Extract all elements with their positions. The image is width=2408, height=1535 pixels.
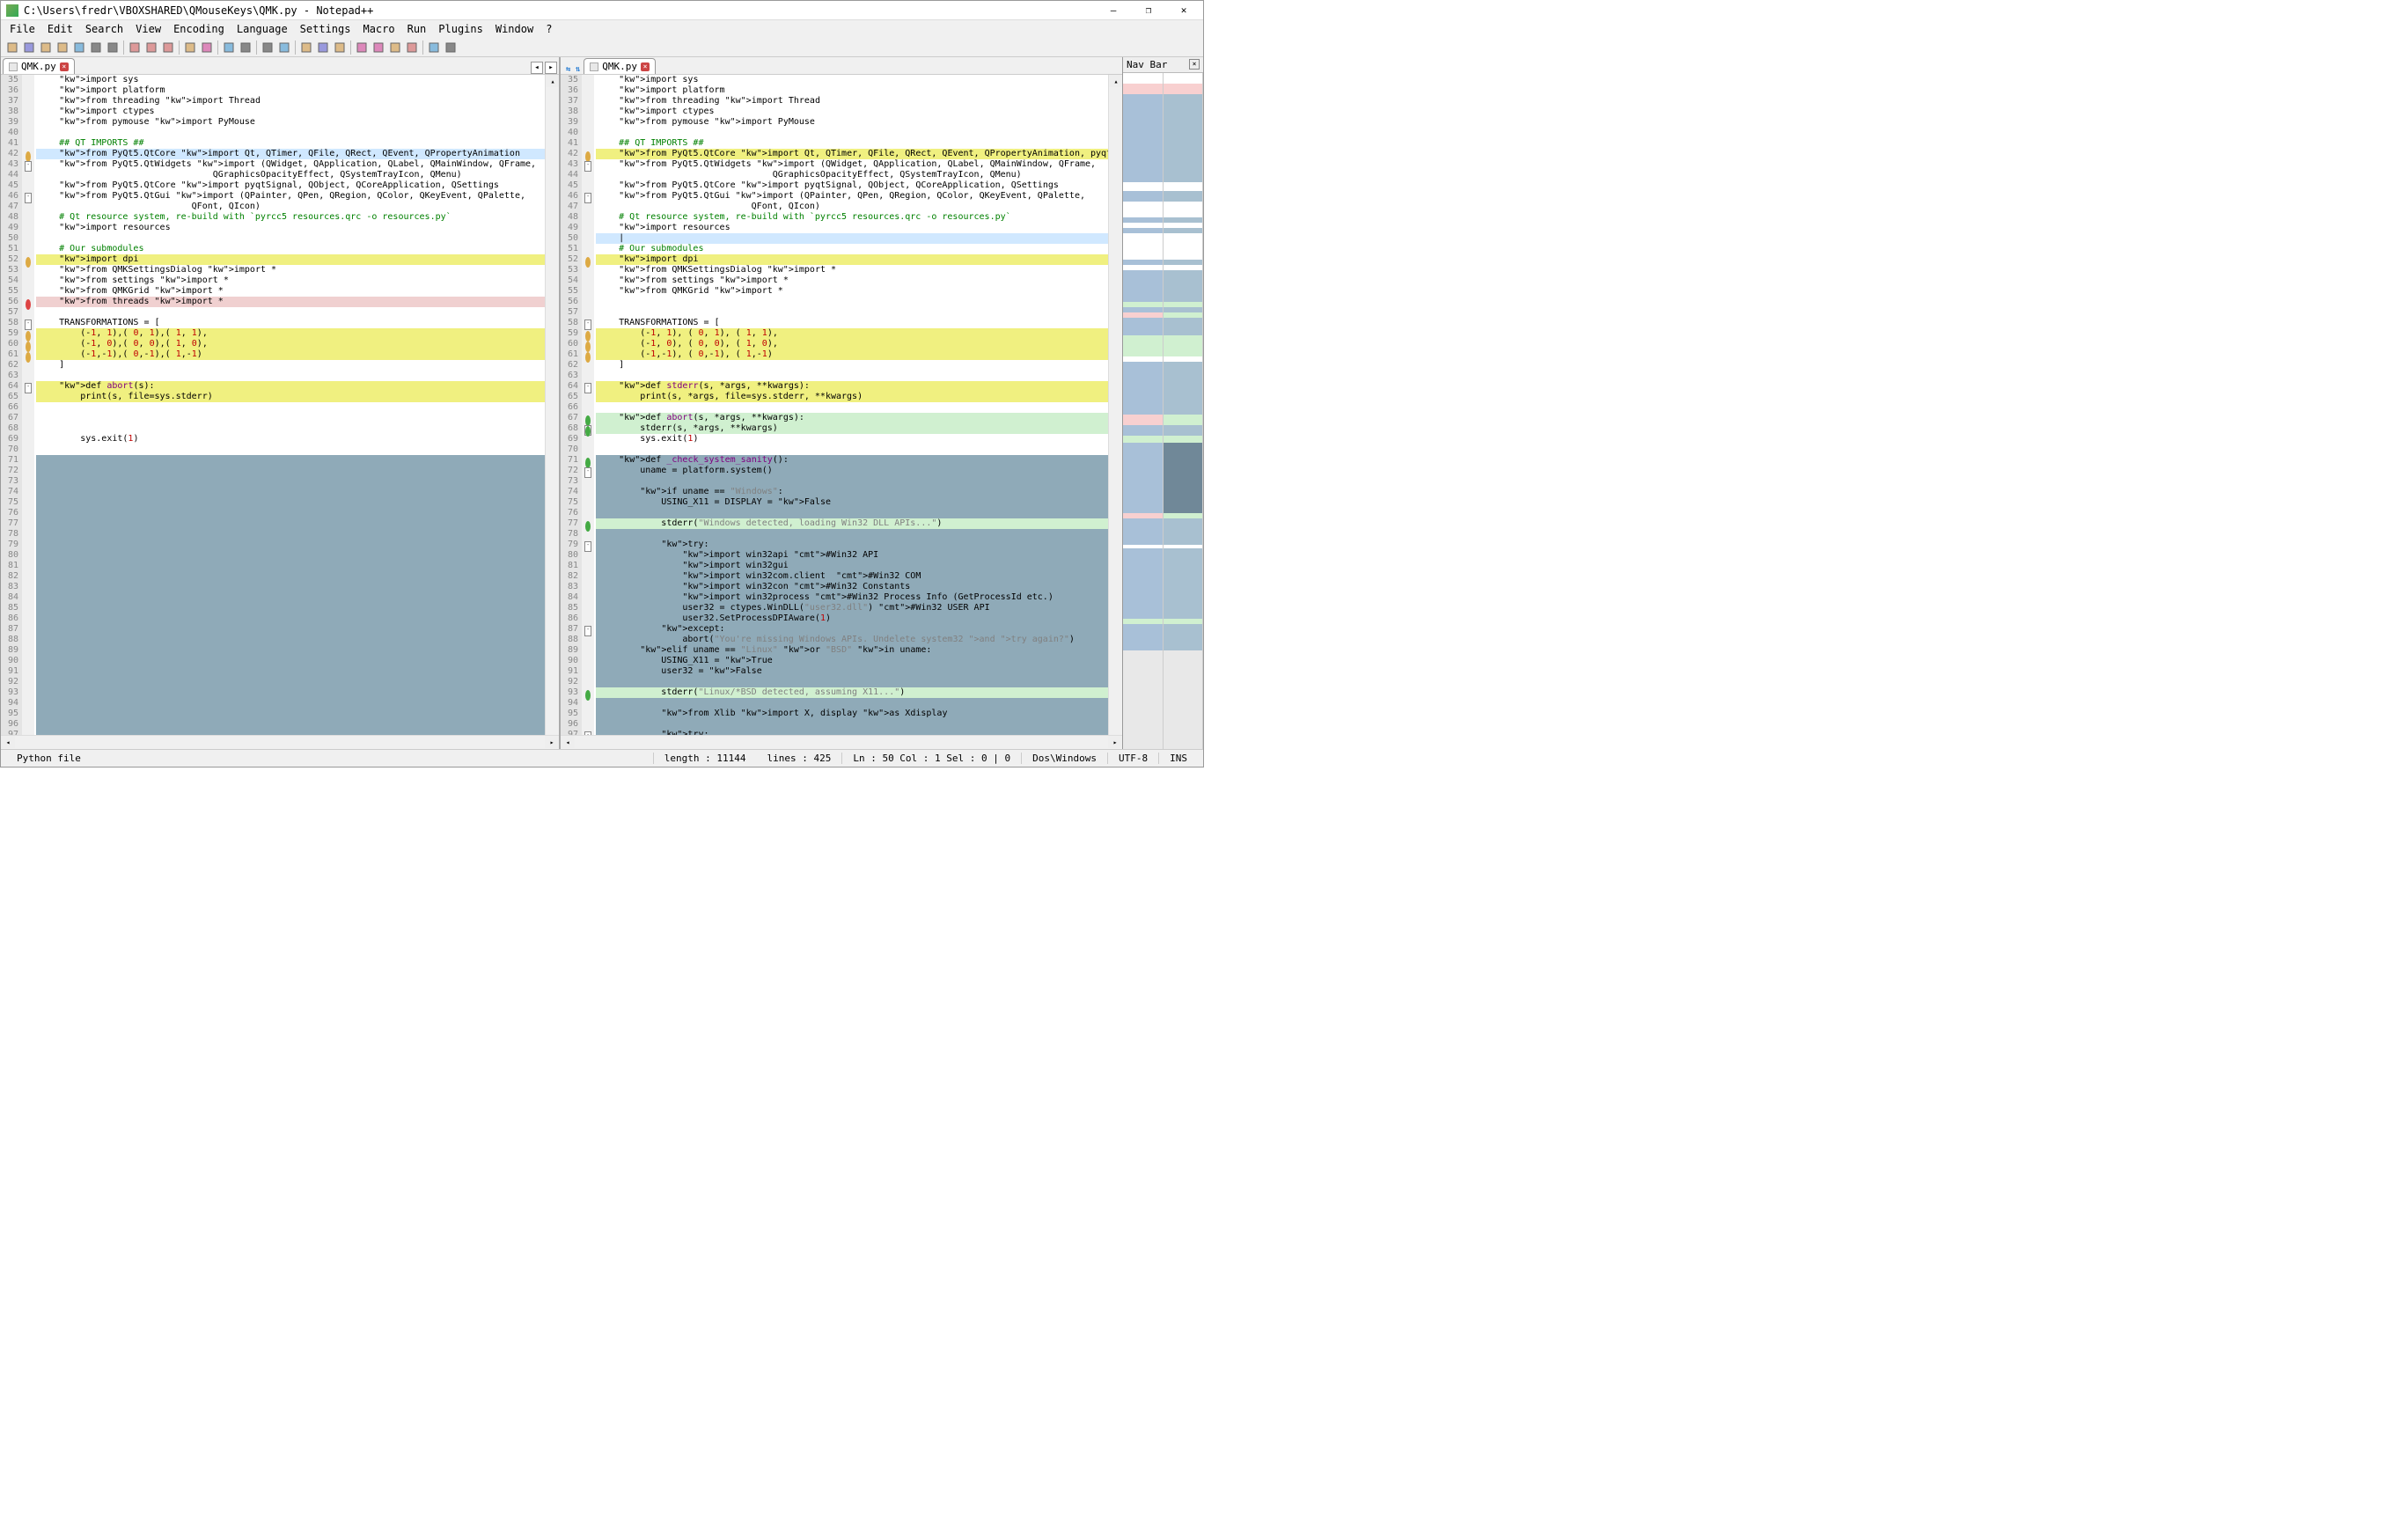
- closeall-button[interactable]: [88, 40, 104, 55]
- menubar: FileEditSearchViewEncodingLanguageSettin…: [1, 20, 1203, 38]
- menu-window[interactable]: Window: [490, 21, 539, 37]
- left-hscroll[interactable]: ◂ ▸: [1, 735, 559, 749]
- left-code[interactable]: "kw">import sys "kw">import platform "kw…: [34, 75, 545, 735]
- minimize-button[interactable]: —: [1099, 2, 1127, 19]
- menu-plugins[interactable]: Plugins: [433, 21, 488, 37]
- status-filetype: Python file: [6, 753, 653, 764]
- status-length: length : 11144: [653, 753, 757, 764]
- right-markers: ------------: [582, 75, 594, 735]
- menu-?[interactable]: ?: [540, 21, 557, 37]
- status-enc: UTF-8: [1107, 753, 1158, 764]
- navbar-col-left[interactable]: [1123, 73, 1164, 749]
- menu-run[interactable]: Run: [402, 21, 432, 37]
- toolbar: [1, 38, 1203, 57]
- macro-button[interactable]: [387, 40, 403, 55]
- copy-button[interactable]: [143, 40, 159, 55]
- scroll-left-icon[interactable]: ◂: [1, 736, 15, 748]
- menu-settings[interactable]: Settings: [295, 21, 356, 37]
- navbar-body[interactable]: [1123, 73, 1203, 749]
- status-eol: Dos\Windows: [1021, 753, 1107, 764]
- left-markers: -----: [22, 75, 34, 735]
- close-button[interactable]: [71, 40, 87, 55]
- app-icon: [6, 4, 18, 17]
- menu-file[interactable]: File: [4, 21, 40, 37]
- print-button[interactable]: [105, 40, 121, 55]
- menu-encoding[interactable]: Encoding: [168, 21, 230, 37]
- navbar: Nav Bar ×: [1122, 57, 1203, 749]
- left-gutter: 3536373839404142434445464748495051525354…: [1, 75, 22, 735]
- wrap-button[interactable]: [298, 40, 314, 55]
- navbar-col-right[interactable]: [1164, 73, 1204, 749]
- navbar-title: Nav Bar ×: [1123, 57, 1203, 73]
- window-title: C:\Users\fredr\VBOXSHARED\QMouseKeys\QMK…: [24, 4, 1099, 17]
- open-button[interactable]: [21, 40, 37, 55]
- status-pos: Ln : 50 Col : 1 Sel : 0 | 0: [841, 753, 1021, 764]
- menu-language[interactable]: Language: [231, 21, 293, 37]
- scroll-right-icon[interactable]: ▸: [545, 736, 559, 748]
- new-button[interactable]: [4, 40, 20, 55]
- right-code[interactable]: "kw">import sys "kw">import platform "kw…: [594, 75, 1108, 735]
- scroll-left-icon[interactable]: ◂: [561, 736, 575, 748]
- left-pane: QMK.py × ◂ ▸ 353637383940414243444546474…: [1, 57, 561, 749]
- left-tabbar: QMK.py × ◂ ▸: [1, 57, 559, 75]
- menu-macro[interactable]: Macro: [357, 21, 400, 37]
- tab-label: QMK.py: [21, 61, 56, 72]
- undo-button[interactable]: [182, 40, 198, 55]
- zoomin-button[interactable]: [260, 40, 275, 55]
- find-button[interactable]: [221, 40, 237, 55]
- replace-button[interactable]: [238, 40, 253, 55]
- tab-close-icon[interactable]: ×: [641, 62, 650, 71]
- play3-button[interactable]: [443, 40, 459, 55]
- paste-button[interactable]: [160, 40, 176, 55]
- right-tabbar: ⇆ ⇅ QMK.py ×: [561, 57, 1122, 75]
- navbar-close-icon[interactable]: ×: [1189, 59, 1200, 70]
- menu-view[interactable]: View: [130, 21, 166, 37]
- tab-label: QMK.py: [602, 61, 637, 72]
- tab-close-icon[interactable]: ×: [60, 62, 69, 71]
- right-hscroll[interactable]: ◂ ▸: [561, 735, 1122, 749]
- chars-button[interactable]: [315, 40, 331, 55]
- titlebar[interactable]: C:\Users\fredr\VBOXSHARED\QMouseKeys\QMK…: [1, 1, 1203, 20]
- cut-button[interactable]: [127, 40, 143, 55]
- tab-next-button[interactable]: ▸: [545, 62, 557, 74]
- sync-icons: ⇆ ⇅: [562, 65, 584, 74]
- rec-button[interactable]: [371, 40, 386, 55]
- zoomout-button[interactable]: [276, 40, 292, 55]
- indent-button[interactable]: [332, 40, 348, 55]
- save-button[interactable]: [38, 40, 54, 55]
- right-pane: ⇆ ⇅ QMK.py × 353637383940414243444546474…: [561, 57, 1122, 749]
- file-icon: [590, 62, 598, 71]
- scroll-right-icon[interactable]: ▸: [1108, 736, 1122, 748]
- maximize-button[interactable]: ❐: [1134, 2, 1163, 19]
- tab-qmk-right[interactable]: QMK.py ×: [584, 58, 656, 74]
- right-gutter: 3536373839404142434445464748495051525354…: [561, 75, 582, 735]
- close-button[interactable]: ✕: [1170, 2, 1198, 19]
- status-mode: INS: [1158, 753, 1198, 764]
- play-button[interactable]: [404, 40, 420, 55]
- statusbar: Python file length : 11144 lines : 425 L…: [1, 749, 1203, 767]
- scroll-up-icon[interactable]: ▴: [1109, 75, 1122, 87]
- menu-edit[interactable]: Edit: [42, 21, 78, 37]
- redo-button[interactable]: [199, 40, 215, 55]
- play2-button[interactable]: [426, 40, 442, 55]
- right-vscroll[interactable]: ▴: [1108, 75, 1122, 735]
- main-area: QMK.py × ◂ ▸ 353637383940414243444546474…: [1, 57, 1203, 749]
- left-editor[interactable]: 3536373839404142434445464748495051525354…: [1, 75, 559, 735]
- app-window: C:\Users\fredr\VBOXSHARED\QMouseKeys\QMK…: [0, 0, 1204, 768]
- saveall-button[interactable]: [55, 40, 70, 55]
- tab-qmk-left[interactable]: QMK.py ×: [3, 58, 75, 74]
- file-icon: [9, 62, 18, 71]
- right-editor[interactable]: 3536373839404142434445464748495051525354…: [561, 75, 1122, 735]
- tab-prev-button[interactable]: ◂: [531, 62, 543, 74]
- scroll-up-icon[interactable]: ▴: [546, 75, 559, 87]
- menu-search[interactable]: Search: [80, 21, 128, 37]
- status-lines: lines : 425: [756, 753, 841, 764]
- left-vscroll[interactable]: ▴: [545, 75, 559, 735]
- folder-button[interactable]: [354, 40, 370, 55]
